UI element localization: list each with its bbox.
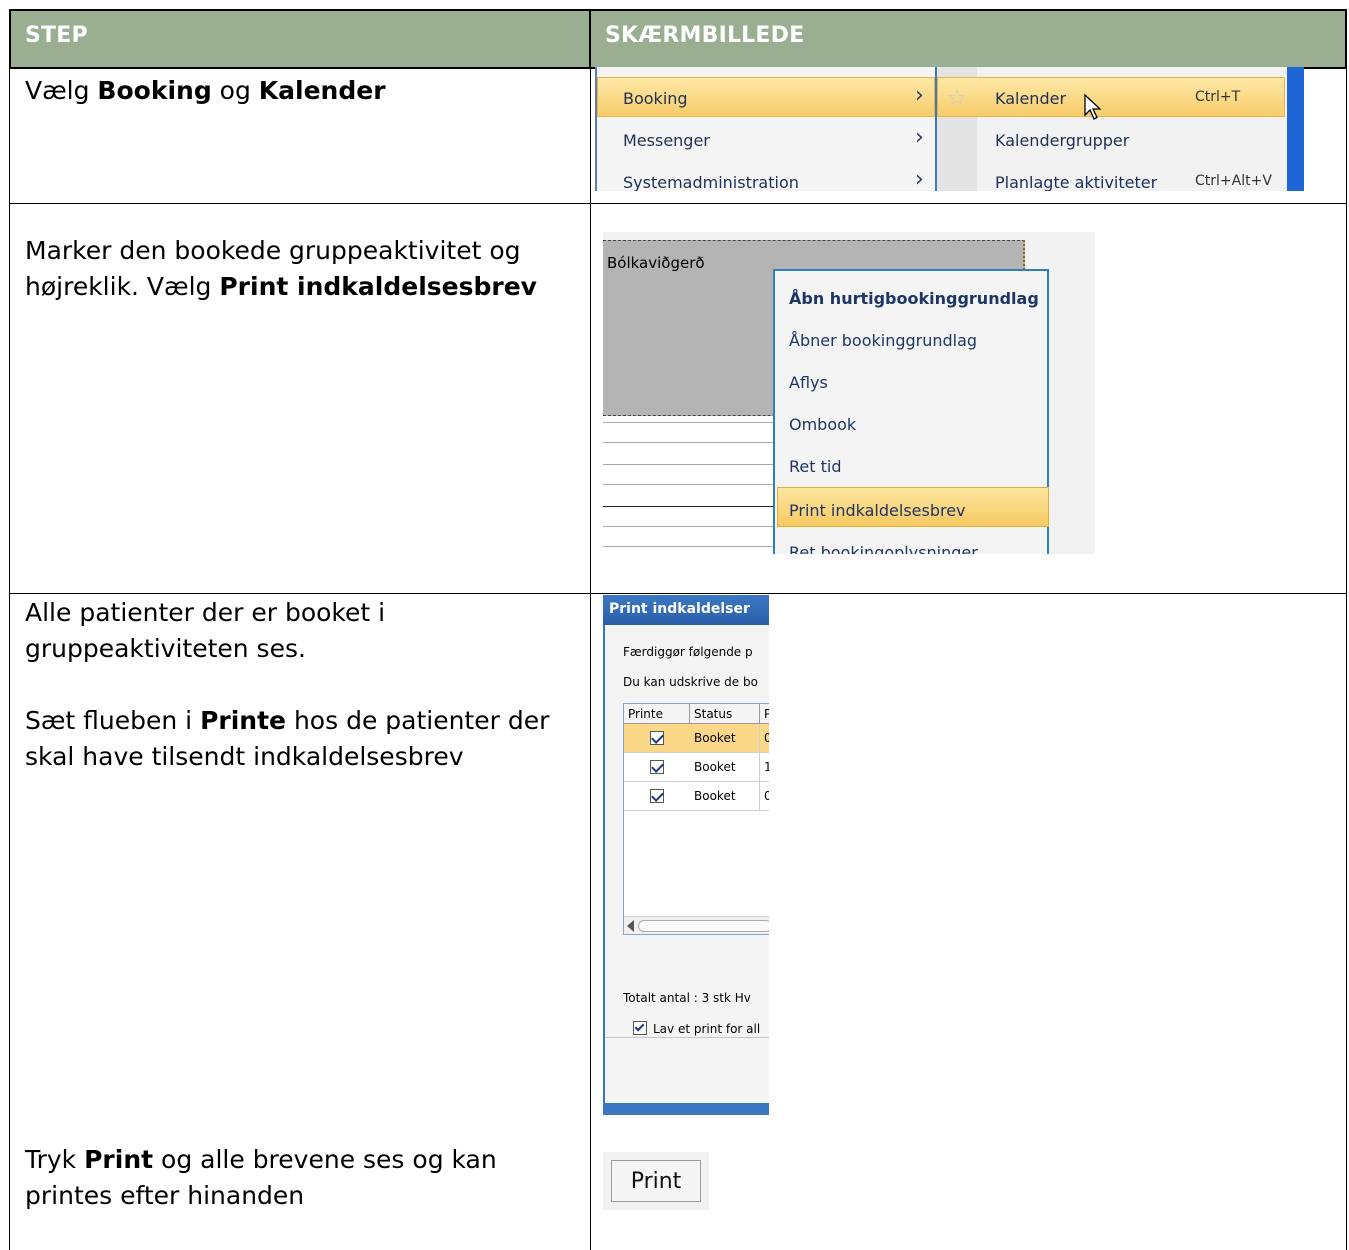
- column-header-printe[interactable]: Printe: [624, 704, 690, 724]
- shortcut-label: Ctrl+T: [1195, 89, 1241, 105]
- table-row[interactable]: Booket 03: [624, 782, 769, 811]
- column-header-p[interactable]: P: [760, 704, 769, 724]
- status-cell: Booket: [690, 782, 760, 811]
- table-cell: 03: [764, 789, 769, 803]
- table-divider: [590, 67, 591, 1250]
- submenu-item-planlagte-aktiviteter[interactable]: Planlagte aktiviteter: [995, 173, 1157, 191]
- dialog-title: Print indkaldelser: [609, 601, 750, 617]
- print-button-screenshot: Print: [603, 1152, 709, 1210]
- grid-line: [603, 464, 773, 465]
- printe-checkbox[interactable]: [650, 789, 664, 803]
- table-row[interactable]: Booket 02: [624, 724, 769, 753]
- row-divider: [9, 203, 1347, 204]
- step-1-text: Vælg Booking og Kalender: [25, 76, 386, 105]
- context-item-edit-booking-info[interactable]: Ret bookingoplysninger: [789, 543, 978, 554]
- context-menu-screenshot: Bólkaviðgerð Åbn hurtigbookinggrundlag Å…: [603, 232, 1095, 554]
- context-item-edit-time[interactable]: Ret tid: [789, 457, 841, 476]
- chevron-right-icon: ›: [915, 83, 924, 108]
- grid-line: [603, 442, 773, 443]
- patients-table: Printe Status P Booket 02 Booket 17 Book…: [623, 703, 769, 935]
- dialog-instruction: Færdiggør følgende p: [623, 645, 753, 659]
- step-2-text: Marker den bookede gruppeaktivitet og hø…: [25, 236, 537, 301]
- table-cell: 17: [764, 760, 769, 774]
- submenu-item-kalender-label: Kalender: [995, 89, 1067, 108]
- horizontal-scrollbar[interactable]: [624, 916, 769, 934]
- dialog-titlebar: Print indkaldelser: [603, 595, 769, 625]
- grid-line: [603, 546, 773, 547]
- chevron-right-icon: ›: [915, 167, 924, 191]
- table-border-left: [9, 67, 10, 1250]
- scrollbar-thumb[interactable]: [638, 920, 769, 932]
- menu-screenshot: Booking › Messenger › Systemadministrati…: [595, 67, 1304, 191]
- context-menu: Åbn hurtigbookinggrundlag Åbner bookingg…: [773, 269, 1049, 554]
- grid-line: [603, 484, 773, 485]
- star-icon[interactable]: ☆: [947, 85, 967, 111]
- grid-line: [603, 422, 773, 423]
- printe-checkbox[interactable]: [650, 731, 664, 745]
- step-3-text: Alle patienter der er booket i gruppeakt…: [25, 598, 550, 771]
- menu-item-booking-label: Booking: [623, 89, 688, 108]
- scroll-left-icon[interactable]: [627, 920, 634, 932]
- shortcut-label: Ctrl+Alt+V: [1195, 173, 1272, 189]
- appointment-edge: [1021, 240, 1025, 270]
- context-item-print-letter[interactable]: Print indkaldelsesbrev: [789, 501, 966, 520]
- context-item-open-booking[interactable]: Åbner bookinggrundlag: [789, 331, 977, 350]
- table-cell: 02: [764, 731, 769, 745]
- header-step: STEP: [9, 9, 591, 69]
- dialog-instruction: Du kan udskrive de bo: [623, 675, 758, 689]
- column-header-status[interactable]: Status: [690, 704, 760, 724]
- window-edge: [1287, 67, 1304, 191]
- menu-item-systemadministration[interactable]: Systemadministration: [623, 173, 799, 191]
- header-screenshot-label: SKÆRMBILLEDE: [605, 23, 805, 48]
- context-item-cancel[interactable]: Aflys: [789, 373, 828, 392]
- chevron-right-icon: ›: [915, 125, 924, 150]
- dialog-bottom-edge: [603, 1103, 769, 1115]
- menu-item-messenger[interactable]: Messenger: [623, 131, 710, 150]
- header-step-label: STEP: [25, 23, 88, 48]
- context-item-rebook[interactable]: Ombook: [789, 415, 856, 434]
- print-dialog-screenshot: Print indkaldelser Færdiggør følgende p …: [603, 595, 769, 1115]
- table-border-right: [1346, 67, 1347, 1250]
- print-all-label: Lav et print for all: [653, 1022, 761, 1036]
- submenu-item-kalendergrupper[interactable]: Kalendergrupper: [995, 131, 1129, 150]
- table-row[interactable]: Booket 17: [624, 753, 769, 782]
- header-screenshot: SKÆRMBILLEDE: [589, 9, 1347, 69]
- grid-line: [603, 506, 773, 507]
- main-menu: Booking › Messenger › Systemadministrati…: [595, 67, 935, 191]
- mouse-cursor-icon: [1084, 93, 1102, 120]
- status-cell: Booket: [690, 753, 760, 782]
- appointment-label: Bólkaviðgerð: [607, 254, 705, 272]
- print-all-checkbox[interactable]: [633, 1021, 647, 1035]
- print-button[interactable]: Print: [611, 1160, 701, 1202]
- submenu: ☆ Kalender Ctrl+T Kalendergrupper Planla…: [935, 67, 1287, 191]
- dialog-separator: [605, 1037, 769, 1038]
- context-item-open-quick-booking[interactable]: Åbn hurtigbookinggrundlag: [789, 289, 1039, 308]
- calendar-lines: [603, 416, 773, 554]
- total-count: Totalt antal : 3 stk Hv: [623, 991, 751, 1005]
- printe-checkbox[interactable]: [650, 760, 664, 774]
- step-4-text: Tryk Print og alle brevene ses og kan pr…: [25, 1145, 497, 1210]
- dialog-body: Færdiggør følgende p Du kan udskrive de …: [603, 625, 769, 1103]
- row-divider: [9, 593, 1347, 594]
- status-cell: Booket: [690, 724, 760, 753]
- grid-line: [603, 526, 773, 527]
